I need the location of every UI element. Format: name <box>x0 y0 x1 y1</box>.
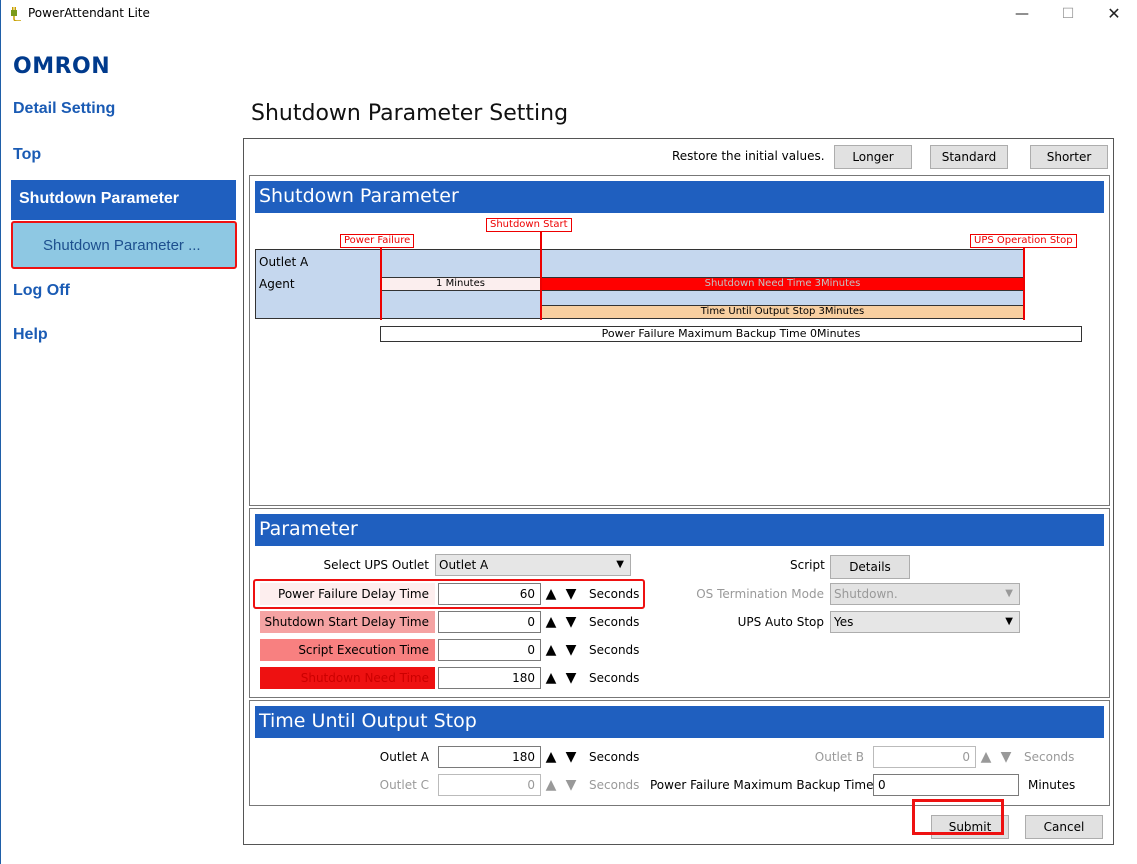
ups-stop-marker: UPS Operation Stop <box>970 234 1077 248</box>
chevron-down-icon: ▼ <box>1005 616 1013 627</box>
backup-bar: Power Failure Maximum Backup Time 0Minut… <box>380 326 1082 342</box>
script-exec-input[interactable]: 0 <box>438 639 541 661</box>
decrease-icon[interactable]: ▼ <box>562 746 580 768</box>
increase-icon[interactable]: ▲ <box>542 667 560 689</box>
output-stop-section: Time Until Output Stop Outlet A 180 ▲ ▼ … <box>249 700 1110 806</box>
parameter-section: Parameter Select UPS Outlet Outlet A ▼ P… <box>249 508 1110 698</box>
nav-shutdown-parameter[interactable]: Shutdown Parameter <box>11 180 236 220</box>
timeline-outlet-label: Outlet A <box>259 255 309 269</box>
timeline-header: Shutdown Parameter <box>255 181 1104 213</box>
unit-minutes: Minutes <box>1028 778 1076 792</box>
title-bar: PowerAttendant Lite — ☐ ✕ <box>1 0 1137 28</box>
ups-stop-line <box>1023 248 1025 320</box>
increase-icon[interactable]: ▲ <box>542 611 560 633</box>
unit-seconds: Seconds <box>589 750 640 764</box>
maximize-button[interactable]: ☐ <box>1045 0 1091 28</box>
cancel-button[interactable]: Cancel <box>1025 815 1103 839</box>
unit-seconds: Seconds <box>589 671 640 685</box>
shorter-button[interactable]: Shorter <box>1030 145 1108 169</box>
shutdown-start-delay-label: Shutdown Start Delay Time <box>260 611 435 633</box>
script-label: Script <box>790 558 825 572</box>
outlet-select-value: Outlet A <box>439 558 489 572</box>
nav-shutdown-parameter-sub[interactable]: Shutdown Parameter ... <box>11 221 237 269</box>
nav-top[interactable]: Top <box>13 146 41 164</box>
highlight-box <box>253 579 645 609</box>
script-exec-label: Script Execution Time <box>260 639 435 661</box>
timeline-section: Shutdown Parameter Power Failure Shutdow… <box>249 175 1110 506</box>
longer-button[interactable]: Longer <box>834 145 912 169</box>
outlet-select[interactable]: Outlet A ▼ <box>435 554 631 576</box>
backup-time-label: Power Failure Maximum Backup Time <box>650 778 874 792</box>
decrease-icon: ▼ <box>1000 749 1012 765</box>
decrease-icon[interactable]: ▼ <box>562 639 580 661</box>
parameter-header: Parameter <box>255 514 1104 546</box>
shutdown-start-marker: Shutdown Start <box>486 218 572 232</box>
os-termination-label: OS Termination Mode <box>696 587 824 601</box>
increase-icon[interactable]: ▲ <box>542 746 560 768</box>
increase-icon[interactable]: ▲ <box>542 639 560 661</box>
unit-seconds: Seconds <box>1024 750 1075 764</box>
os-termination-value: Shutdown. <box>834 587 898 601</box>
decrease-icon[interactable]: ▼ <box>562 611 580 633</box>
ups-auto-stop-select[interactable]: Yes ▼ <box>830 611 1020 633</box>
decrease-icon[interactable]: ▼ <box>562 667 580 689</box>
need-time-bar: Shutdown Need Time 3Minutes <box>541 277 1024 291</box>
restore-label: Restore the initial values. <box>672 149 825 163</box>
shutdown-need-label: Shutdown Need Time <box>260 667 435 689</box>
omron-logo: OMRON <box>13 54 111 79</box>
outlet-c-input: 0 <box>438 774 541 796</box>
plug-icon <box>11 7 21 21</box>
output-stop-bar: Time Until Output Stop 3Minutes <box>541 305 1024 319</box>
page-title: Shutdown Parameter Setting <box>251 101 569 126</box>
window-title: PowerAttendant Lite <box>28 6 150 20</box>
app-window: PowerAttendant Lite — ☐ ✕ OMRON Detail S… <box>0 0 1137 864</box>
close-button[interactable]: ✕ <box>1091 0 1137 28</box>
outlet-b-label: Outlet B <box>814 750 864 764</box>
output-stop-header: Time Until Output Stop <box>255 706 1104 738</box>
outlet-a-input[interactable]: 180 <box>438 746 541 768</box>
standard-button[interactable]: Standard <box>930 145 1008 169</box>
nav-detail-setting[interactable]: Detail Setting <box>13 100 115 118</box>
ups-auto-stop-value: Yes <box>834 615 854 629</box>
chevron-down-icon: ▼ <box>1005 588 1013 599</box>
delay-bar: 1 Minutes <box>380 277 541 291</box>
decrease-icon: ▼ <box>565 777 577 793</box>
unit-seconds: Seconds <box>589 615 640 629</box>
main-panel: Restore the initial values. Longer Stand… <box>243 138 1114 845</box>
highlight-box <box>912 799 1004 835</box>
power-failure-marker: Power Failure <box>340 234 415 248</box>
minimize-button[interactable]: — <box>999 0 1045 28</box>
chevron-down-icon: ▼ <box>616 559 624 570</box>
shutdown-need-input[interactable]: 180 <box>438 667 541 689</box>
outlet-c-label: Outlet C <box>379 778 429 792</box>
ups-auto-stop-label: UPS Auto Stop <box>737 615 824 629</box>
timeline-agent-label: Agent <box>259 277 295 291</box>
nav-help[interactable]: Help <box>13 326 48 344</box>
shutdown-start-delay-input[interactable]: 0 <box>438 611 541 633</box>
power-failure-line <box>380 248 382 320</box>
increase-icon: ▲ <box>980 749 992 765</box>
shutdown-start-line <box>540 232 542 320</box>
outlet-b-input: 0 <box>873 746 976 768</box>
details-button[interactable]: Details <box>830 555 910 579</box>
outlet-a-label: Outlet A <box>379 750 429 764</box>
select-outlet-label: Select UPS Outlet <box>323 558 429 572</box>
os-termination-select: Shutdown. ▼ <box>830 583 1020 605</box>
nav-sub-label: Shutdown Parameter ... <box>43 237 201 254</box>
unit-seconds: Seconds <box>589 778 640 792</box>
unit-seconds: Seconds <box>589 643 640 657</box>
backup-time-input[interactable]: 0 <box>873 774 1019 796</box>
increase-icon: ▲ <box>545 777 557 793</box>
nav-log-off[interactable]: Log Off <box>13 282 70 300</box>
